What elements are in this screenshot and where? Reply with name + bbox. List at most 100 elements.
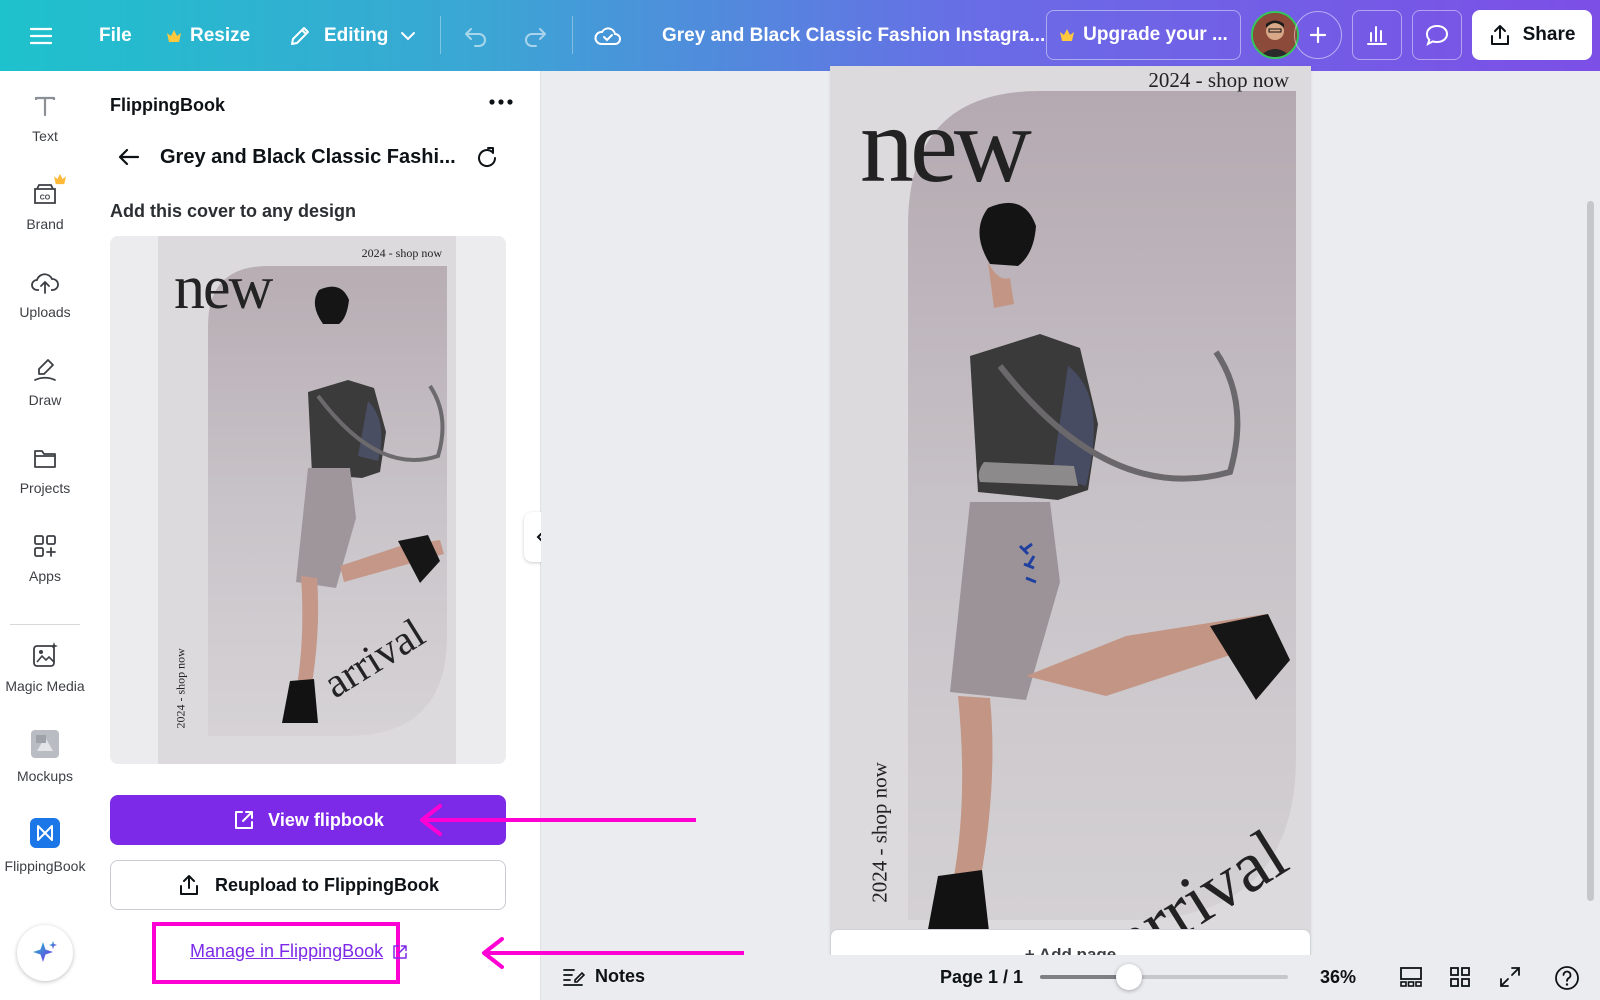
share-upload-icon (1489, 24, 1511, 46)
toolbar-divider (572, 16, 573, 54)
text-icon (32, 93, 58, 119)
zoom-slider[interactable] (1040, 964, 1288, 990)
cover-preview[interactable]: new 2024 - shop now 2024 - shop now arri… (110, 236, 506, 764)
external-link-icon (391, 943, 409, 961)
manage-in-flippingbook-link[interactable]: Manage in FlippingBook (190, 941, 409, 962)
avatar[interactable] (1251, 11, 1299, 59)
manage-link-label: Manage in FlippingBook (190, 941, 384, 961)
undo-icon[interactable] (463, 0, 489, 71)
sidebar-item-label: Magic Media (5, 678, 85, 694)
left-sidebar: Text CO Brand Uploads Draw Projects Apps (0, 71, 90, 1000)
preview-headline: new (174, 254, 273, 322)
plus-icon (1309, 26, 1327, 44)
design-side-text[interactable]: 2024 - shop now (868, 733, 893, 933)
resize-label: Resize (190, 24, 251, 46)
sidebar-item-brand[interactable]: CO Brand (0, 173, 90, 232)
magic-assistant-button[interactable] (17, 925, 73, 981)
menu-icon[interactable] (30, 0, 60, 71)
zoom-slider-thumb[interactable] (1116, 964, 1143, 990)
sidebar-item-label: Mockups (16, 768, 74, 784)
sidebar-item-text[interactable]: Text (0, 93, 90, 144)
sidebar-item-uploads[interactable]: Uploads (0, 269, 90, 320)
mockups-icon (30, 729, 60, 759)
sidebar-item-label: Apps (29, 568, 61, 584)
add-page-button[interactable]: + Add page (830, 929, 1311, 955)
panel-app-name: FlippingBook (110, 95, 225, 115)
panel-subtitle: Add this cover to any design (110, 201, 357, 221)
back-arrow-icon[interactable] (118, 148, 140, 166)
document-title[interactable]: Grey and Black Classic Fashion Instagra.… (662, 0, 1045, 71)
sidebar-item-label: Brand (26, 216, 64, 232)
cloud-upload-icon (30, 269, 60, 295)
insights-button[interactable] (1352, 10, 1402, 60)
sidebar-item-label: Draw (28, 392, 62, 408)
crown-icon (166, 29, 182, 43)
grid-view-icon[interactable] (1448, 965, 1472, 989)
pencil-icon (288, 24, 312, 48)
toolbar-divider (440, 16, 441, 54)
sidebar-item-label: Projects (19, 480, 71, 496)
apps-icon (31, 533, 59, 559)
sidebar-item-label: Text (32, 128, 58, 144)
more-options-icon[interactable] (488, 97, 514, 107)
add-collaborator-button[interactable] (1294, 11, 1342, 59)
sidebar-item-label: FlippingBook (4, 858, 86, 874)
resize-button[interactable]: Resize (166, 0, 250, 71)
folder-icon (31, 445, 59, 471)
comment-icon (1424, 23, 1450, 47)
sidebar-item-label: Uploads (19, 304, 71, 320)
design-headline[interactable]: new (860, 92, 1032, 200)
sidebar-item-draw[interactable]: Draw (0, 357, 90, 408)
preview-top-text: 2024 - shop now (361, 246, 442, 260)
pen-icon (31, 357, 59, 383)
sidebar-item-projects[interactable]: Projects (0, 445, 90, 496)
redo-icon[interactable] (522, 0, 548, 71)
preview-side-text: 2024 - shop now (173, 648, 188, 729)
sidebar-item-flippingbook[interactable]: FlippingBook (0, 817, 90, 874)
design-top-text[interactable]: 2024 - shop now (1148, 68, 1289, 93)
upload-icon (177, 873, 201, 897)
annotation-arrow-view (414, 800, 700, 840)
crown-icon (1059, 28, 1075, 42)
brand-icon: CO (31, 173, 66, 207)
svg-text:CO: CO (40, 195, 51, 202)
design-page[interactable]: new 2024 - shop now 2024 - shop now arri… (830, 66, 1311, 970)
panel-title: Grey and Black Classic Fashi... (160, 146, 456, 168)
view-flipbook-label: View flipbook (268, 809, 384, 830)
file-menu[interactable]: File (99, 0, 132, 71)
help-icon[interactable] (1554, 965, 1580, 991)
refresh-icon[interactable] (474, 145, 500, 171)
upgrade-label: Upgrade your ... (1083, 24, 1228, 45)
top-bar: File Resize Editing Grey and Black Class… (0, 0, 1600, 71)
sparkle-icon (30, 938, 60, 968)
cloud-saved-icon[interactable] (593, 0, 623, 71)
add-page-label: + Add page (1024, 945, 1117, 955)
share-button[interactable]: Share (1472, 10, 1592, 60)
design-canvas: new 2024 - shop now 2024 - shop now arri… (541, 66, 1600, 1000)
reupload-button[interactable]: Reupload to FlippingBook (110, 860, 506, 910)
external-link-icon (232, 808, 256, 832)
comments-button[interactable] (1412, 10, 1462, 60)
cover-thumbnail: new 2024 - shop now 2024 - shop now arri… (158, 236, 456, 764)
share-label: Share (1522, 24, 1576, 45)
editing-mode-dropdown[interactable]: Editing (288, 0, 416, 71)
page-view-icon[interactable] (1398, 965, 1424, 989)
editing-mode-label: Editing (324, 24, 389, 46)
crown-icon (54, 173, 66, 185)
sidebar-item-apps[interactable]: Apps (0, 533, 90, 584)
reupload-label: Reupload to FlippingBook (215, 874, 439, 895)
bar-chart-icon (1365, 24, 1389, 46)
sidebar-item-magic-media[interactable]: Magic Media (0, 641, 90, 694)
upgrade-button[interactable]: Upgrade your ... (1046, 10, 1241, 60)
sidebar-divider (10, 624, 80, 625)
fullscreen-icon[interactable] (1498, 965, 1522, 989)
sidebar-item-mockups[interactable]: Mockups (0, 729, 90, 784)
chevron-down-icon (400, 31, 416, 41)
flippingbook-icon (29, 817, 61, 849)
magic-media-icon (31, 641, 59, 669)
vertical-scrollbar[interactable] (1587, 201, 1594, 901)
annotation-arrow-manage (476, 933, 746, 973)
flippingbook-panel: FlippingBook Grey and Black Classic Fash… (90, 71, 541, 1000)
zoom-percent[interactable]: 36% (1320, 967, 1356, 988)
page-indicator[interactable]: Page 1 / 1 (940, 967, 1023, 988)
